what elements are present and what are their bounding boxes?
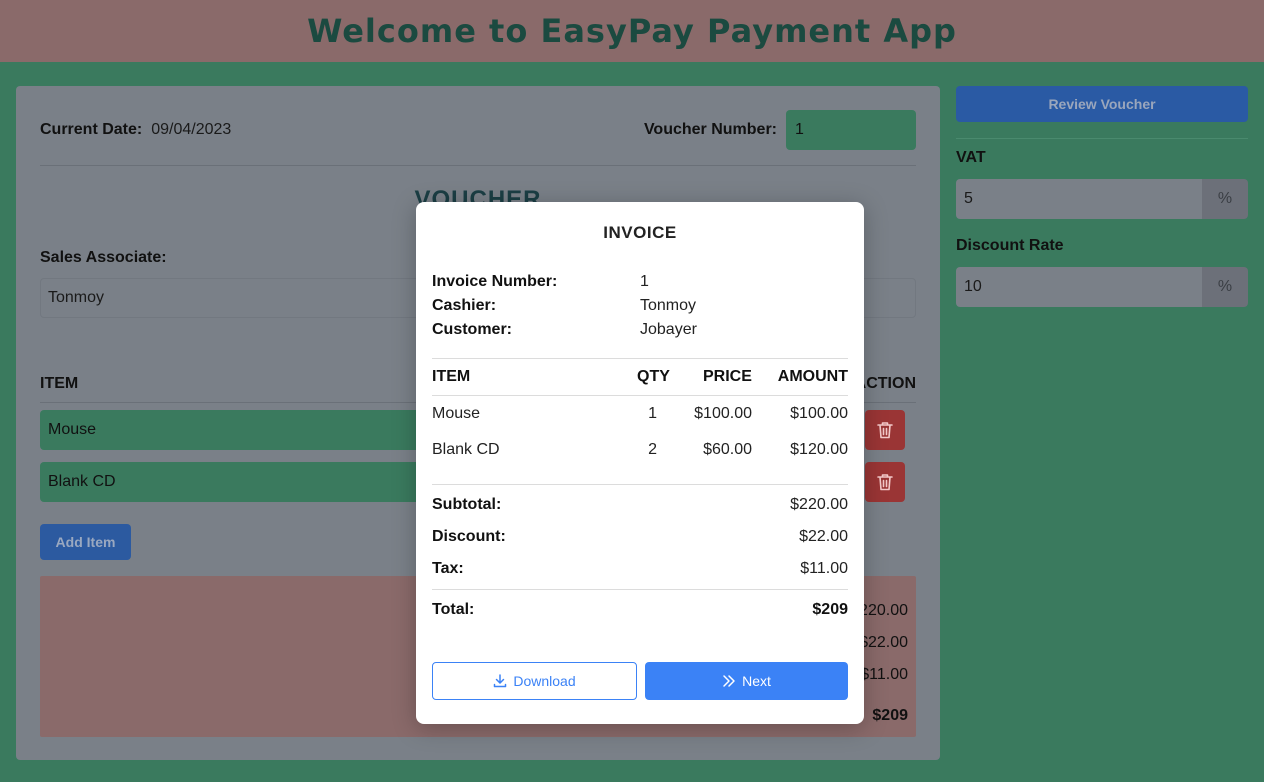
customer-label: Customer:: [432, 321, 513, 338]
app-header: Welcome to EasyPay Payment App: [0, 0, 1264, 62]
review-voucher-button[interactable]: Review Voucher: [956, 86, 1248, 122]
cashier-value: Tonmoy: [640, 297, 697, 314]
voucher-number-input[interactable]: 1: [786, 110, 916, 150]
trash-icon: [877, 474, 893, 491]
voucher-number-group: Voucher Number: 1: [644, 110, 916, 150]
download-button[interactable]: Download: [432, 662, 637, 700]
delete-item-button[interactable]: [865, 410, 905, 450]
discount-label: Discount:: [432, 528, 506, 545]
row-price: $60.00: [703, 441, 752, 458]
app-title: Welcome to EasyPay Payment App: [307, 12, 957, 50]
row-item: Mouse: [432, 405, 481, 422]
discount-value: $22.00: [799, 528, 848, 545]
voucher-meta-row: Current Date: 09/04/2023 Voucher Number:…: [40, 110, 916, 150]
col-header-amount: AMOUNT: [777, 368, 848, 385]
tax-value: $11.00: [800, 560, 848, 577]
discount-rate-label: Discount Rate: [956, 237, 1064, 254]
subtotal-value: $220.00: [790, 496, 848, 513]
item-column-header: ITEM: [40, 375, 79, 392]
cashier-label: Cashier:: [432, 297, 497, 314]
divider: [432, 484, 848, 485]
discount-percent-addon: %: [1202, 267, 1248, 307]
summary-discount: $22.00: [859, 634, 908, 651]
tax-label: Tax:: [432, 560, 464, 577]
vat-percent-addon: %: [1202, 179, 1248, 219]
row-amount: $100.00: [790, 405, 848, 422]
col-header-item: ITEM: [432, 368, 471, 385]
row-amount: $120.00: [790, 441, 848, 458]
customer-value: Jobayer: [640, 321, 697, 338]
total-value: $209: [812, 601, 848, 618]
vat-input[interactable]: 5: [956, 179, 1202, 219]
subtotal-label: Subtotal:: [432, 496, 502, 513]
col-header-qty: QTY: [637, 368, 670, 385]
invoice-number-label: Invoice Number:: [432, 273, 558, 290]
download-icon: [494, 674, 507, 688]
add-item-button[interactable]: Add Item: [40, 524, 131, 560]
discount-rate-field: 10 %: [956, 267, 1248, 307]
double-chevron-right-icon: [723, 675, 735, 687]
summary-total: $209: [872, 707, 908, 724]
divider: [432, 358, 848, 359]
row-price: $100.00: [694, 405, 752, 422]
divider: [40, 165, 916, 166]
row-item: Blank CD: [432, 441, 500, 458]
row-qty: 1: [648, 405, 657, 422]
trash-icon: [877, 422, 893, 439]
vat-label: VAT: [956, 149, 986, 166]
current-date-label: Current Date:: [40, 121, 143, 138]
divider: [432, 395, 848, 396]
voucher-number-label: Voucher Number:: [643, 121, 777, 138]
invoice-title: INVOICE: [603, 223, 677, 242]
divider: [432, 589, 848, 590]
sales-associate-label: Sales Associate:: [40, 249, 167, 266]
delete-item-button[interactable]: [865, 462, 905, 502]
current-date-value: 09/04/2023: [151, 121, 232, 138]
divider: [956, 138, 1248, 139]
col-header-price: PRICE: [703, 368, 752, 385]
next-label: Next: [742, 673, 771, 689]
discount-rate-input[interactable]: 10: [956, 267, 1202, 307]
next-button[interactable]: Next: [645, 662, 848, 700]
total-label: Total:: [432, 601, 475, 618]
download-label: Download: [513, 673, 576, 689]
invoice-number-value: 1: [640, 273, 649, 290]
row-qty: 2: [648, 441, 657, 458]
summary-tax: $11.00: [860, 666, 908, 683]
vat-field: 5 %: [956, 179, 1248, 219]
invoice-modal: INVOICE Invoice Number: 1 Cashier: Tonmo…: [416, 202, 864, 724]
